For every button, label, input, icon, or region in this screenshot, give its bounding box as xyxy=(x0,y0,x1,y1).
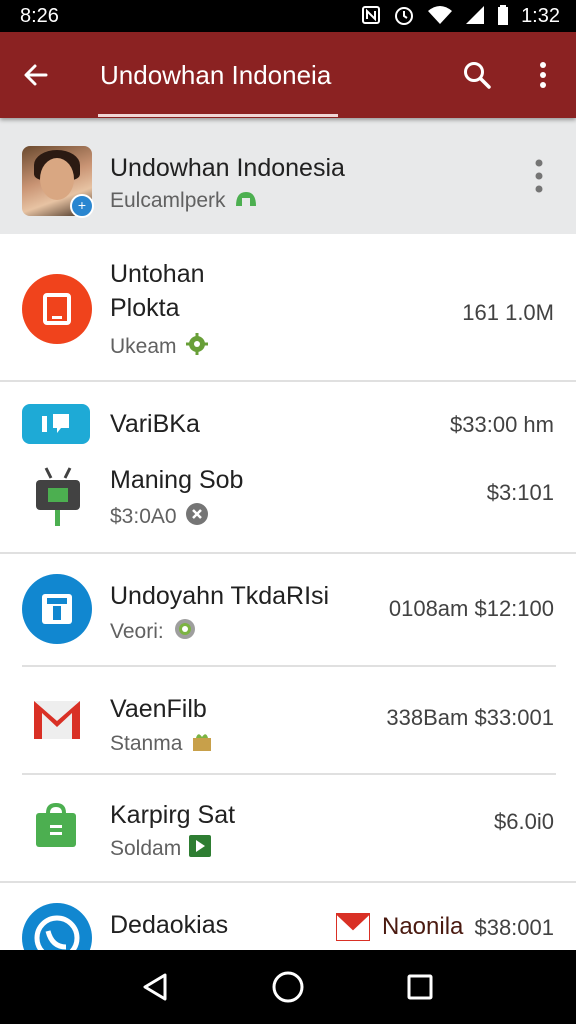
close-circle-icon[interactable] xyxy=(185,502,209,532)
red-tablet-icon xyxy=(22,274,92,344)
item-title: VaenFilb xyxy=(110,695,207,723)
profile-more-icon[interactable] xyxy=(524,156,554,196)
gift-box-icon xyxy=(190,729,214,759)
navigation-bar xyxy=(0,950,576,1024)
blue-phone-icon xyxy=(22,903,92,950)
list-item[interactable]: Maning Sob $3:0A0 $3:101 xyxy=(0,462,576,554)
android-robot-icon xyxy=(32,466,84,528)
item-subtitle-text: Veori: xyxy=(110,620,164,643)
android-icon xyxy=(234,188,258,214)
recents-icon[interactable] xyxy=(390,957,450,1017)
item-amount: $33:00 hm xyxy=(450,412,554,437)
item-subtitle-text: Soldam xyxy=(110,837,182,860)
item-amount: $3:101 xyxy=(486,480,554,505)
title-underline xyxy=(98,114,338,117)
add-badge-icon: + xyxy=(70,194,94,218)
back-icon[interactable] xyxy=(126,957,186,1017)
item-title-line2: Plokta xyxy=(110,294,180,322)
item-subtitle: Veori: xyxy=(110,616,198,648)
item-subtitle-text: Stanma xyxy=(110,732,183,755)
item-subtitle: Soldam xyxy=(110,835,212,863)
item-title: Dedaokias xyxy=(110,911,229,939)
item-subtitle: Ukeam xyxy=(110,332,209,362)
gear-sticker-icon xyxy=(185,332,209,362)
list-item[interactable]: Karpirg Sat Soldam $6.0i0 xyxy=(0,775,576,881)
item-amount: 338Bam $33:001 xyxy=(386,705,554,730)
profile-subtitle: Eulcamlperk xyxy=(110,188,258,214)
item-amount: $38:001 xyxy=(474,915,554,940)
nfc-icon xyxy=(361,5,381,28)
cyan-chat-icon xyxy=(22,404,90,444)
item-title: VariBKa xyxy=(110,410,200,438)
page-title: Undowhan Indoneia xyxy=(100,59,332,90)
profile-name: Undowhan Indonesia xyxy=(110,154,345,182)
item-subtitle: Stanma xyxy=(110,729,214,759)
home-icon[interactable] xyxy=(258,957,318,1017)
status-time-left: 8:26 xyxy=(20,4,59,27)
alarm-icon xyxy=(393,4,415,29)
status-bar: 8:26 1:32 xyxy=(0,0,576,32)
mail-envelope-icon xyxy=(335,912,371,946)
item-amount: $6.0i0 xyxy=(494,809,554,834)
item-amount-label: Naonila xyxy=(382,913,464,940)
list-item[interactable]: VariBKa $33:00 hm xyxy=(0,382,576,462)
profile-header[interactable]: + Undowhan Indonesia Eulcamlperk xyxy=(0,118,576,234)
green-flag-icon xyxy=(189,835,212,863)
item-title: Karpirg Sat xyxy=(110,801,236,829)
list-item[interactable]: Undoyahn TkdaRIsi Veori: 0108am $12:100 xyxy=(0,554,576,666)
avatar[interactable]: + xyxy=(22,146,94,218)
green-bag-icon xyxy=(36,803,76,847)
search-icon[interactable] xyxy=(444,32,510,118)
item-title: Maning Sob xyxy=(110,466,244,494)
list-item[interactable]: VaenFilb Stanma 338Bam $33:001 xyxy=(0,667,576,773)
status-time-right: 1:32 xyxy=(521,4,560,27)
battery-icon xyxy=(497,4,509,28)
gmail-icon xyxy=(34,701,80,739)
list-item[interactable]: Dedaokias Naonila $38:001 xyxy=(0,883,576,950)
app-bar: Undowhan Indoneia xyxy=(0,32,576,118)
list-item[interactable]: Untohan Plokta Ukeam 161 1.0M xyxy=(0,234,576,382)
item-subtitle-text: Ukeam xyxy=(110,335,177,358)
item-amount: 0108am $12:100 xyxy=(388,596,554,621)
item-subtitle-text: $3:0A0 xyxy=(110,505,177,528)
profile-subtitle-text: Eulcamlperk xyxy=(110,189,226,212)
settings-gear-icon xyxy=(172,616,198,648)
signal-icon xyxy=(465,5,485,28)
wifi-icon xyxy=(427,5,453,28)
item-subtitle: $3:0A0 xyxy=(110,502,209,532)
back-arrow-icon[interactable] xyxy=(0,32,72,118)
item-title: Undoyahn TkdaRIsi xyxy=(110,582,330,610)
item-title-line1: Untohan xyxy=(110,260,205,288)
status-icons: 1:32 xyxy=(361,4,560,29)
more-vert-icon[interactable] xyxy=(510,32,576,118)
blue-lock-icon xyxy=(22,574,92,644)
item-amount: 161 1.0M xyxy=(462,300,554,325)
